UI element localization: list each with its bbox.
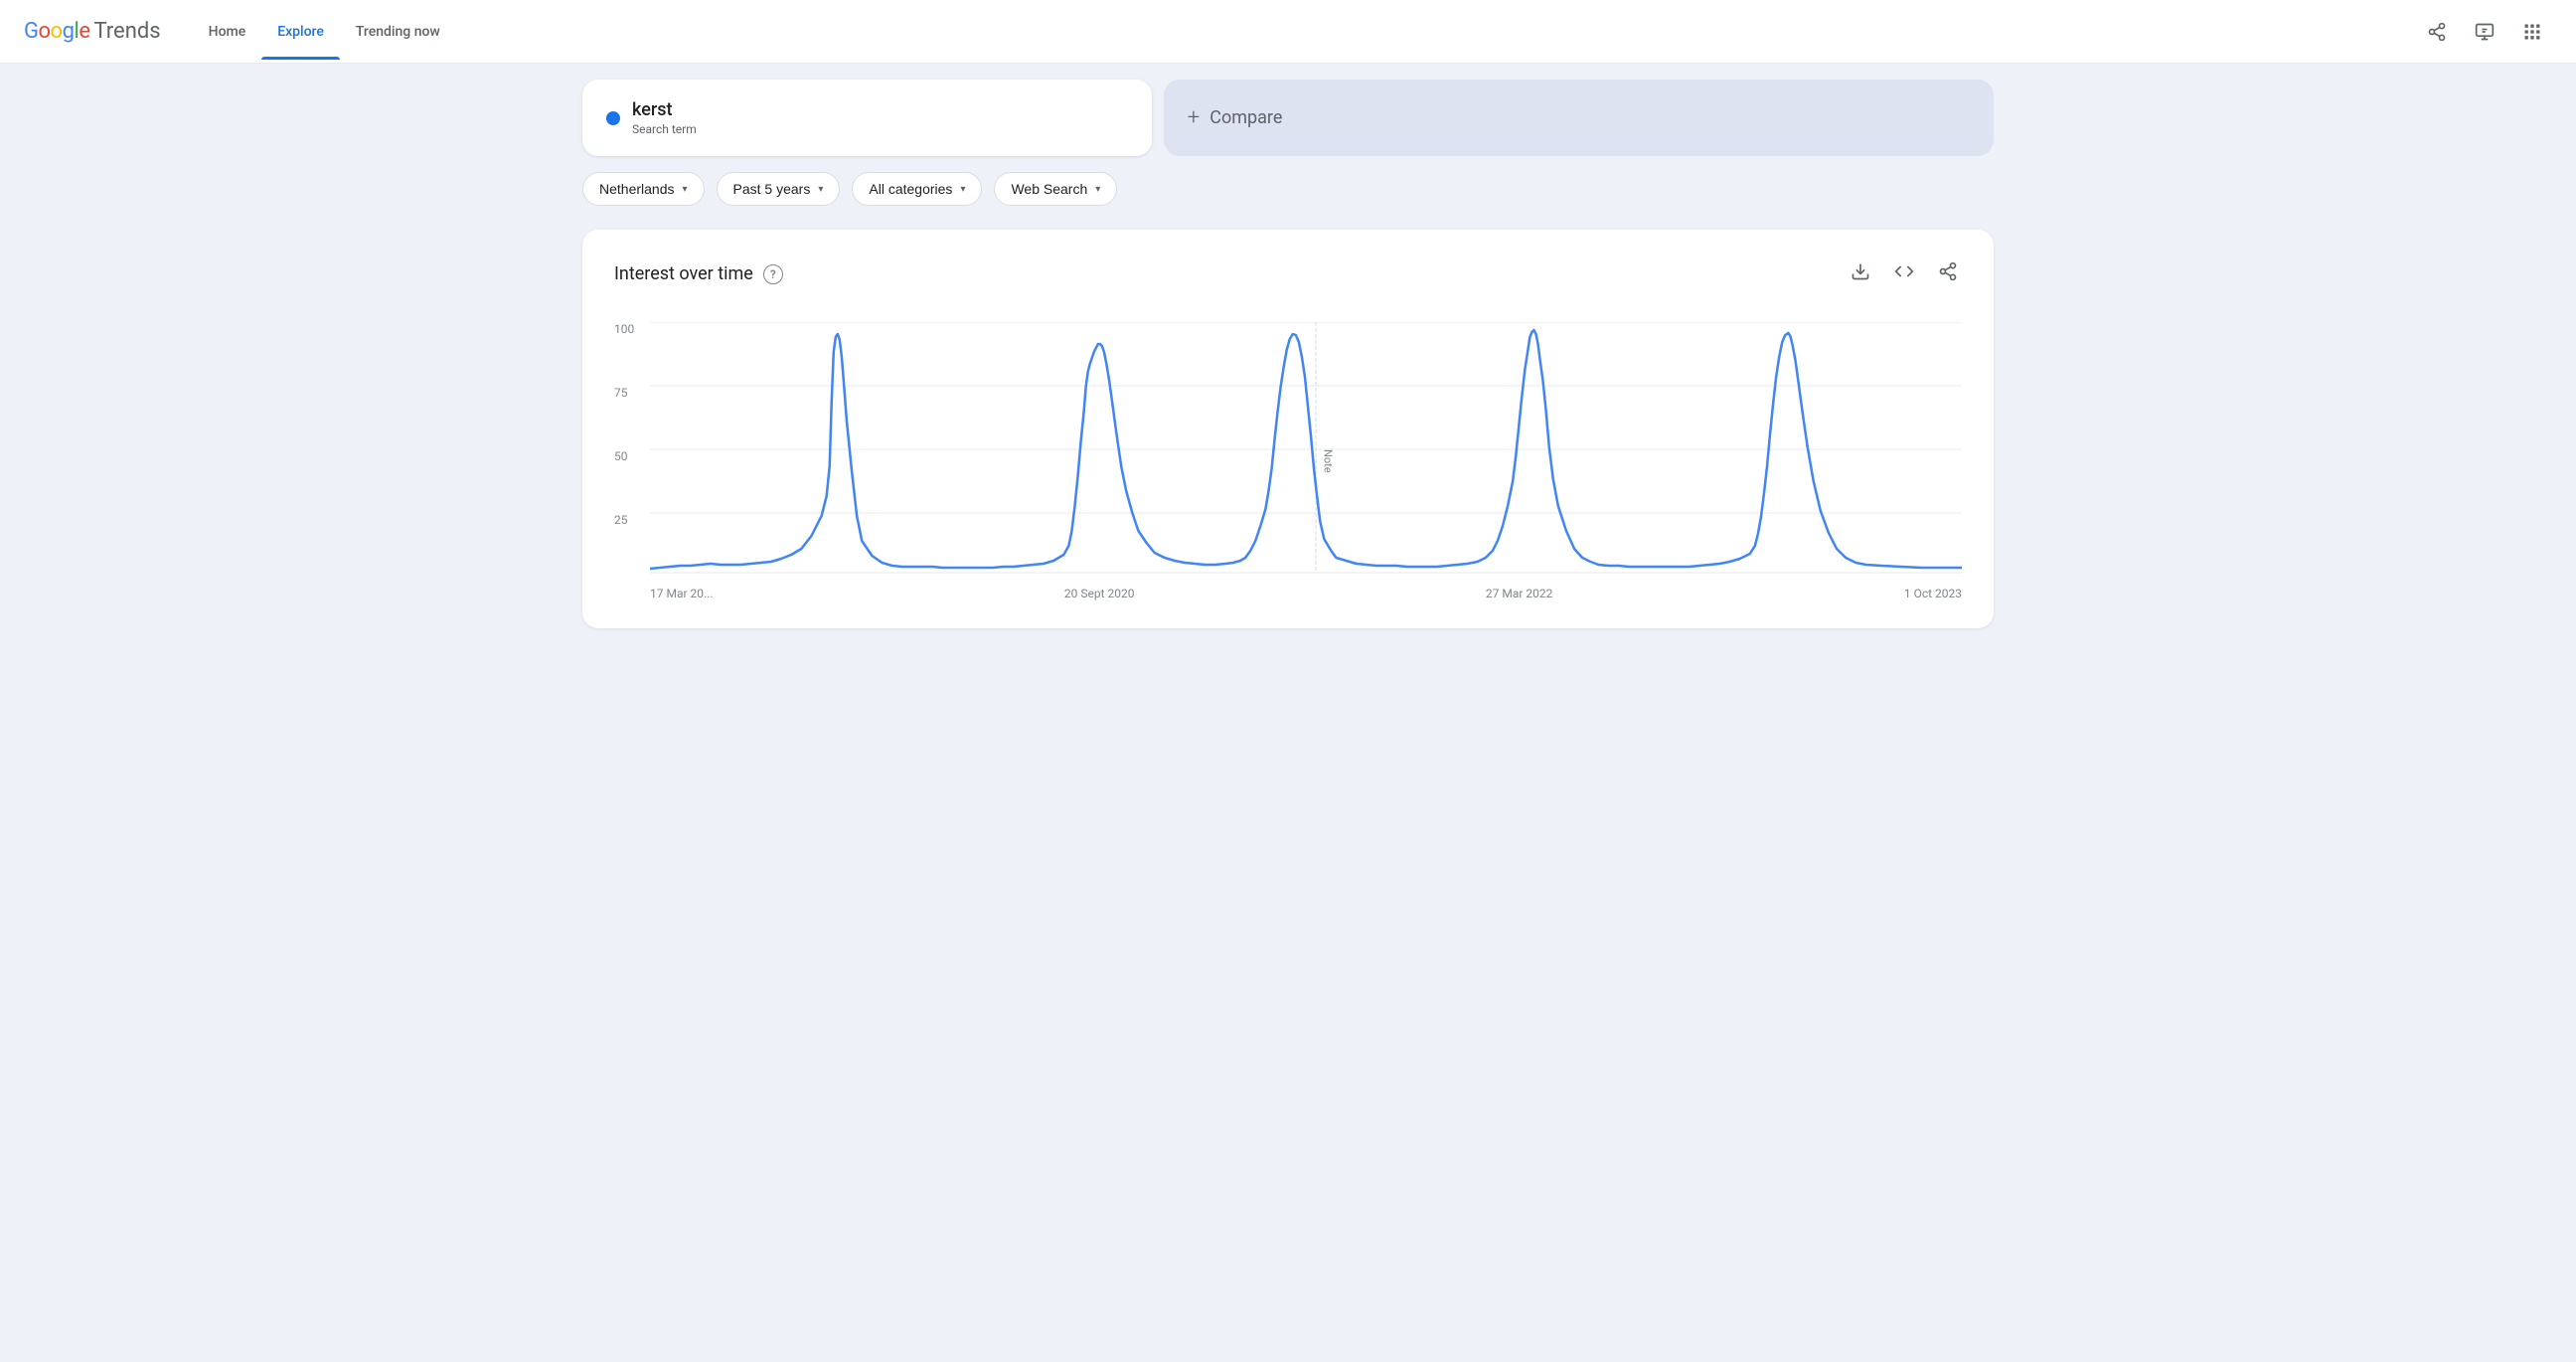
download-button[interactable] [1847, 257, 1874, 290]
filter-timerange[interactable]: Past 5 years ▾ [717, 172, 841, 206]
nav-explore[interactable]: Explore [261, 4, 340, 60]
search-dot [606, 111, 620, 125]
chevron-down-icon: ▾ [960, 184, 965, 195]
chart-title: Interest over time [614, 263, 753, 284]
chevron-down-icon: ▾ [818, 184, 823, 195]
help-icon[interactable]: ? [763, 264, 783, 284]
svg-text:Note: Note [1321, 449, 1334, 473]
compare-box[interactable]: + Compare [1164, 80, 1994, 156]
x-label-2: 20 Sept 2020 [1064, 587, 1135, 600]
x-label-3: 27 Mar 2022 [1486, 587, 1553, 600]
y-label-25: 25 [614, 513, 642, 527]
chart-title-area: Interest over time ? [614, 263, 783, 284]
share-button[interactable] [2417, 12, 2457, 52]
filter-country[interactable]: Netherlands ▾ [582, 172, 705, 206]
filters-row: Netherlands ▾ Past 5 years ▾ All categor… [582, 172, 1994, 206]
main-content: kerst Search term + Compare Netherlands … [543, 64, 2033, 644]
nav-home[interactable]: Home [193, 4, 262, 60]
y-label-50: 50 [614, 449, 642, 463]
y-axis-labels: 100 75 50 25 [614, 322, 650, 577]
filter-categories[interactable]: All categories ▾ [852, 172, 982, 206]
filter-country-label: Netherlands [599, 181, 675, 197]
filter-searchtype[interactable]: Web Search ▾ [994, 172, 1117, 206]
logo-area: Google Trends [24, 19, 161, 44]
chart-actions [1847, 257, 1962, 290]
search-term-info: kerst Search term [632, 99, 1128, 136]
nav-trending[interactable]: Trending now [340, 4, 456, 60]
trend-chart-svg: Note [650, 322, 1962, 577]
filter-searchtype-label: Web Search [1011, 181, 1087, 197]
filter-categories-label: All categories [869, 181, 952, 197]
chevron-down-icon: ▾ [683, 184, 688, 195]
chevron-down-icon: ▾ [1095, 184, 1100, 195]
trends-logo: Trends [93, 19, 160, 44]
chart-container: 100 75 50 25 Note [614, 322, 1962, 600]
search-box: kerst Search term [582, 80, 1152, 156]
x-axis-labels: 17 Mar 20... 20 Sept 2020 27 Mar 2022 1 … [650, 587, 1962, 600]
chart-header: Interest over time ? [614, 257, 1962, 290]
feedback-button[interactable] [2465, 12, 2504, 52]
search-area: kerst Search term + Compare [582, 80, 1994, 156]
embed-button[interactable] [1890, 257, 1918, 290]
y-label-100: 100 [614, 322, 642, 336]
apps-button[interactable] [2512, 12, 2552, 52]
header-actions [2417, 12, 2552, 52]
chart-card: Interest over time ? [582, 230, 1994, 628]
x-label-1: 17 Mar 20... [650, 587, 714, 600]
search-term-type: Search term [632, 122, 1128, 136]
google-logo: Google [24, 19, 89, 44]
share-chart-button[interactable] [1934, 257, 1962, 290]
y-label-75: 75 [614, 386, 642, 400]
search-term-text: kerst [632, 99, 1128, 120]
x-label-4: 1 Oct 2023 [1904, 587, 1962, 600]
compare-label: Compare [1209, 107, 1282, 128]
header: Google Trends Home Explore Trending now [0, 0, 2576, 64]
filter-timerange-label: Past 5 years [733, 181, 811, 197]
compare-plus-icon: + [1188, 105, 1200, 130]
main-nav: Home Explore Trending now [193, 4, 2417, 60]
